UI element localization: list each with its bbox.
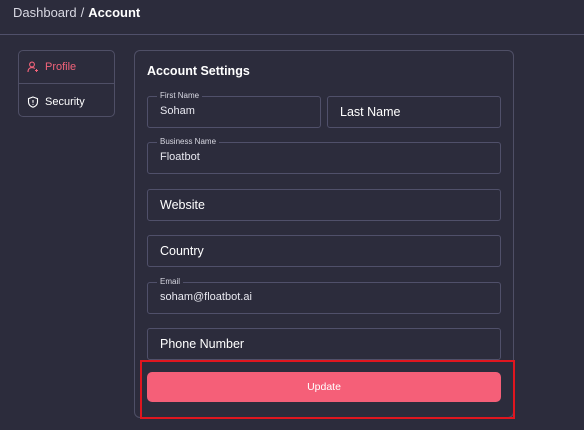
account-page: Dashboard / Account Profile Security Acc…	[0, 0, 584, 430]
side-menu-item-profile[interactable]: Profile	[19, 51, 114, 84]
side-menu-item-security[interactable]: Security	[19, 85, 114, 118]
business-name-value: Floatbot	[160, 151, 200, 163]
phone-number-field[interactable]: Phone Number	[147, 328, 501, 360]
breadcrumb: Dashboard / Account	[13, 5, 140, 20]
phone-number-placeholder: Phone Number	[160, 337, 245, 351]
breadcrumb-current: Account	[88, 5, 141, 20]
first-name-label: First Name	[157, 91, 203, 101]
business-name-field[interactable]: Business Name Floatbot	[147, 137, 501, 174]
first-name-value: Soham	[160, 105, 195, 117]
first-name-field[interactable]: First Name Soham	[147, 91, 321, 128]
country-placeholder: Country	[160, 244, 204, 258]
shield-icon	[27, 95, 39, 108]
breadcrumb-separator: /	[80, 5, 85, 20]
breadcrumb-dashboard-link[interactable]: Dashboard	[13, 5, 77, 20]
card-title: Account Settings	[147, 64, 250, 78]
settings-side-menu: Profile Security	[18, 50, 115, 117]
user-icon	[27, 61, 39, 73]
email-label: Email	[157, 277, 184, 287]
last-name-placeholder: Last Name	[340, 105, 401, 119]
side-menu-label-profile: Profile	[45, 61, 77, 73]
website-field[interactable]: Website	[147, 189, 501, 221]
business-name-label: Business Name	[157, 137, 220, 147]
update-button[interactable]: Update	[147, 372, 501, 402]
country-field[interactable]: Country	[147, 235, 501, 267]
last-name-field[interactable]: Last Name	[327, 96, 501, 128]
header-divider	[0, 34, 584, 35]
email-value: soham@floatbot.ai	[160, 291, 252, 303]
side-menu-label-security: Security	[45, 95, 85, 108]
email-field[interactable]: Email soham@floatbot.ai	[147, 277, 501, 314]
website-placeholder: Website	[160, 198, 205, 212]
